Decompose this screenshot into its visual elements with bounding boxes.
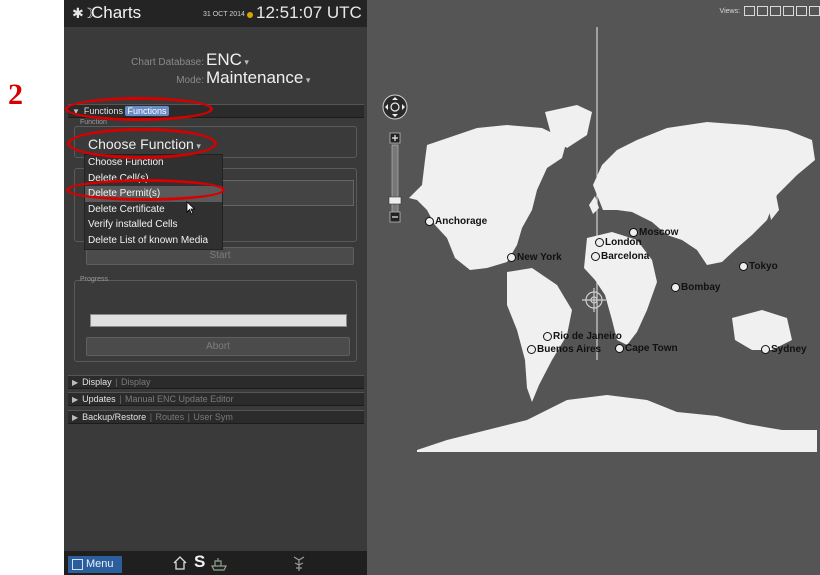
parameter-input[interactable]: [214, 180, 354, 206]
status-dot-icon: [247, 12, 253, 18]
city-marker-icon: [629, 227, 638, 237]
city-london[interactable]: London: [595, 237, 642, 248]
app-title: Charts: [91, 3, 142, 22]
city-marker-icon: [595, 237, 604, 247]
collapsed-triangle-icon: ▶: [72, 413, 79, 422]
annotation-oval-functions: [65, 97, 213, 121]
progress-bar: [90, 314, 347, 327]
mode-label: Mode:: [176, 75, 204, 86]
city-marker-icon: [671, 282, 680, 292]
city-anchorage[interactable]: Anchorage: [425, 216, 487, 227]
menu-button[interactable]: Menu: [68, 556, 122, 573]
annotation-number-2: 2: [8, 78, 23, 111]
landmass-africa: [584, 232, 657, 345]
home-icon[interactable]: [172, 555, 188, 571]
city-cape-town[interactable]: Cape Town: [615, 343, 678, 354]
target-reticle-icon: [582, 288, 606, 312]
section-backup-restore[interactable]: ▶ Backup/Restore | Routes | User Sym: [68, 410, 364, 424]
annotation-oval-choose-function: [67, 128, 217, 159]
option-delete-certificate[interactable]: Delete Certificate: [85, 202, 222, 218]
city-moscow[interactable]: Moscow: [629, 227, 678, 238]
chart-database-label: Chart Database:: [131, 57, 204, 68]
function-options-list: Choose Function Delete Cell(s) Delete Pe…: [84, 154, 223, 250]
progress-label: Progress: [80, 276, 109, 283]
collapsed-triangle-icon: ▶: [72, 395, 79, 404]
city-marker-icon: [615, 343, 624, 353]
world-map-canvas: [382, 27, 817, 452]
chart-database-dropdown[interactable]: ENC ▾: [206, 50, 249, 70]
menu-icon: [72, 558, 83, 570]
option-delete-list-known-media[interactable]: Delete List of known Media: [85, 233, 222, 249]
city-marker-icon: [425, 216, 434, 226]
city-rio-de-janeiro[interactable]: Rio de Janeiro: [543, 331, 622, 342]
city-buenos-aires[interactable]: Buenos Aires: [527, 344, 601, 355]
city-new-york[interactable]: New York: [507, 252, 562, 263]
s-button[interactable]: S: [194, 552, 205, 572]
city-bombay[interactable]: Bombay: [671, 282, 720, 293]
city-sydney[interactable]: Sydney: [761, 344, 807, 355]
city-barcelona[interactable]: Barcelona: [591, 251, 649, 262]
landmass-antarctica: [417, 395, 817, 452]
city-marker-icon: [527, 344, 536, 354]
function-group-label: Function: [80, 119, 107, 126]
city-marker-icon: [739, 261, 748, 271]
date-display: 31 OCT 2014: [203, 11, 245, 18]
antenna-icon[interactable]: [290, 554, 308, 572]
charts-side-panel: ✱ ☽ Charts 31 OCT 2014 12:51:07 UTC Char…: [64, 0, 367, 575]
zoom-slider: [388, 132, 402, 223]
bottom-bar: Menu S: [64, 551, 367, 575]
city-marker-icon: [761, 344, 770, 354]
annotation-oval-delete-permits: [66, 179, 225, 201]
mouse-cursor-icon: [186, 201, 196, 215]
world-map-view[interactable]: Views: Anchorage New York London Moscow …: [367, 0, 820, 575]
top-bar: ✱ ☽ Charts 31 OCT 2014 12:51:07 UTC: [64, 0, 367, 27]
section-updates[interactable]: ▶ Updates | Manual ENC Update Editor: [68, 392, 364, 406]
pan-control-icon: [382, 94, 408, 120]
option-verify-installed-cells[interactable]: Verify installed Cells: [85, 217, 222, 233]
mode-dropdown[interactable]: Maintenance ▾: [206, 68, 310, 88]
city-marker-icon: [507, 252, 516, 262]
city-marker-icon: [543, 331, 552, 341]
section-display[interactable]: ▶ Display | Display: [68, 375, 364, 389]
abort-button[interactable]: Abort: [86, 337, 350, 356]
clock-display: 12:51:07 UTC: [256, 3, 362, 22]
ship-icon[interactable]: [210, 556, 228, 571]
city-tokyo[interactable]: Tokyo: [739, 261, 778, 272]
landmasses: [409, 105, 817, 452]
city-marker-icon: [591, 251, 600, 261]
landmass-north-america: [409, 125, 567, 270]
collapsed-triangle-icon: ▶: [72, 378, 79, 387]
